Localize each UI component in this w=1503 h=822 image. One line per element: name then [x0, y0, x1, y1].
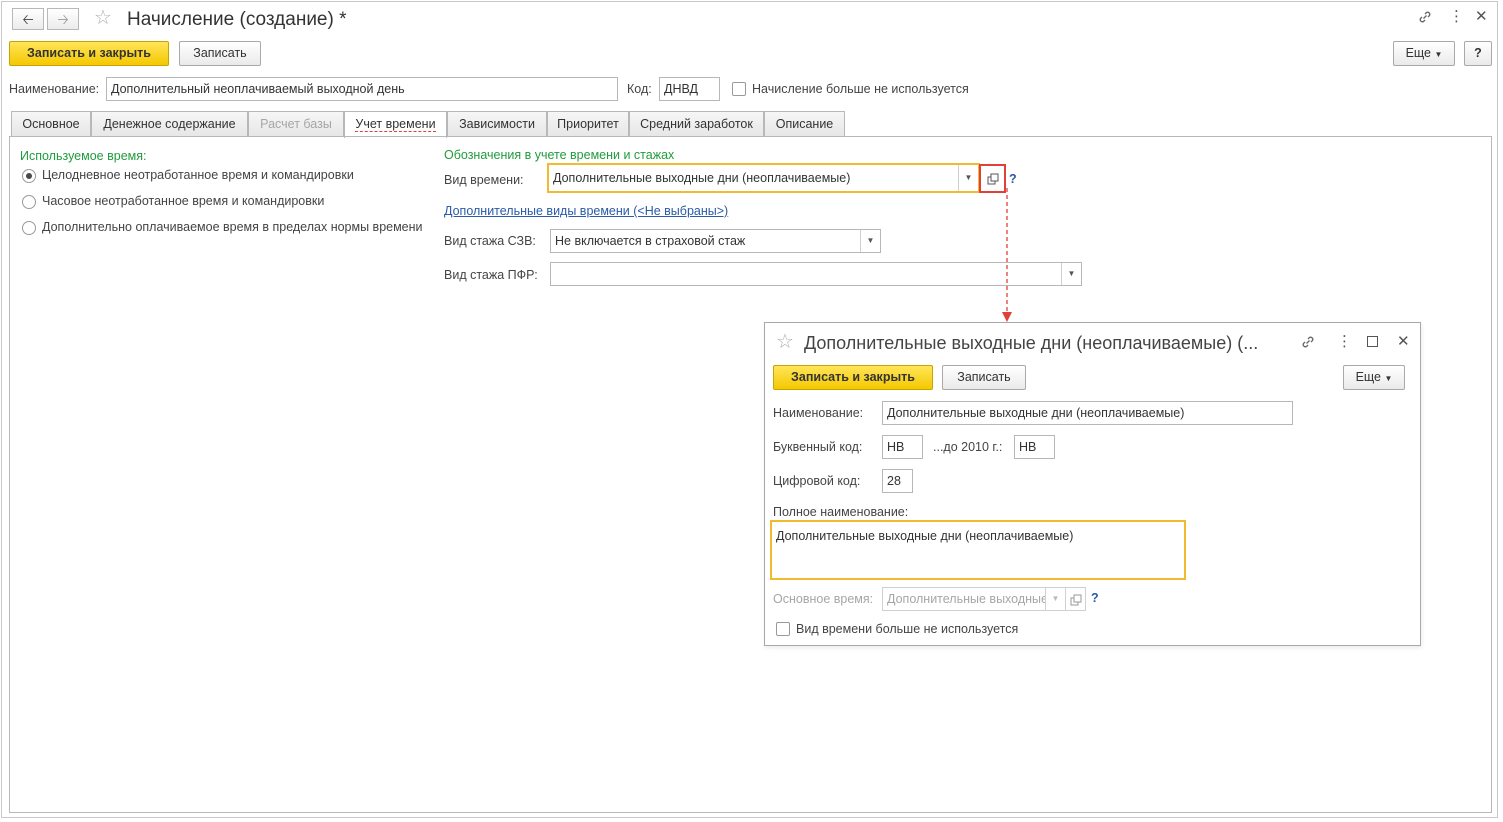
subwindow-maximize-icon[interactable]: [1367, 336, 1378, 347]
arrow-left-icon: 🡠: [22, 11, 34, 27]
window-title: Начисление (создание) *: [127, 9, 347, 30]
tab-dependencies[interactable]: Зависимости: [447, 111, 547, 137]
time-type-subwindow: ☆ Дополнительные выходные дни (неоплачив…: [764, 322, 1421, 646]
tab-description[interactable]: Описание: [764, 111, 845, 137]
link-icon[interactable]: [1417, 9, 1433, 28]
open-window-icon: [1070, 594, 1082, 606]
subwindow-close-icon[interactable]: ✕: [1397, 332, 1410, 350]
save-button[interactable]: Записать: [179, 41, 261, 66]
szv-field[interactable]: Не включается в страховой стаж ▼: [550, 229, 881, 253]
more-vert-icon[interactable]: ⋮: [1449, 7, 1464, 25]
subwindow-name-field[interactable]: Дополнительные выходные дни (неоплачивае…: [882, 401, 1293, 425]
subwindow-title: Дополнительные выходные дни (неоплачивае…: [804, 333, 1259, 353]
radio-additional-paid-label: Дополнительно оплачиваемое время в преде…: [42, 220, 423, 234]
tab-average-earnings[interactable]: Средний заработок: [629, 111, 764, 137]
time-type-dropdown-button[interactable]: ▼: [958, 165, 978, 191]
subwindow-link-icon[interactable]: [1300, 334, 1316, 353]
tab-priority[interactable]: Приоритет: [547, 111, 629, 137]
callout-arrow: [1002, 188, 1012, 322]
main-time-help-icon[interactable]: ?: [1091, 591, 1099, 605]
time-type-unused-checkbox[interactable]: [776, 622, 790, 636]
favorite-star-icon[interactable]: ☆: [94, 8, 112, 28]
help-button[interactable]: ?: [1464, 41, 1492, 66]
name-label: Наименование:: [9, 82, 100, 96]
subwindow-more-button[interactable]: Еще ▼: [1343, 365, 1405, 390]
digit-code-label: Цифровой код:: [773, 474, 861, 488]
pfr-dropdown-button[interactable]: ▼: [1061, 263, 1081, 285]
full-name-textarea[interactable]: Дополнительные выходные дни (неоплачивае…: [770, 520, 1186, 580]
before2010-field[interactable]: НВ: [1014, 435, 1055, 459]
designations-group-title: Обозначения в учете времени и стажах: [444, 148, 675, 162]
szv-dropdown-button[interactable]: ▼: [860, 230, 880, 252]
radio-hourly[interactable]: [22, 195, 36, 209]
back-button[interactable]: 🡠: [12, 8, 44, 30]
main-time-label: Основное время:: [773, 592, 874, 606]
digit-code-field[interactable]: 28: [882, 469, 913, 493]
additional-time-types-link[interactable]: Дополнительные виды времени (<Не выбраны…: [444, 204, 728, 218]
chevron-down-icon: ▼: [1434, 50, 1443, 59]
unused-checkbox-label: Начисление больше не используется: [752, 82, 969, 96]
before2010-label: ...до 2010 г.:: [933, 440, 1003, 454]
save-close-button[interactable]: Записать и закрыть: [9, 41, 169, 66]
subwindow-save-button[interactable]: Записать: [942, 365, 1026, 390]
tab-time-accounting[interactable]: Учет времени: [344, 111, 447, 138]
used-time-group-title: Используемое время:: [20, 149, 147, 163]
pfr-label: Вид стажа ПФР:: [444, 268, 538, 282]
chevron-down-icon: ▼: [866, 236, 875, 245]
szv-label: Вид стажа СЗВ:: [444, 234, 536, 248]
subwindow-favorite-star-icon[interactable]: ☆: [776, 332, 794, 352]
radio-hourly-label: Часовое неотработанное время и командиро…: [42, 194, 325, 208]
more-button[interactable]: Еще ▼: [1393, 41, 1455, 66]
radio-full-day[interactable]: [22, 169, 36, 183]
chevron-down-icon: ▼: [1067, 269, 1076, 278]
time-type-label: Вид времени:: [444, 173, 524, 187]
tab-base-calc[interactable]: Расчет базы: [248, 111, 344, 137]
main-time-open-button: [1065, 587, 1086, 611]
letter-code-field[interactable]: НВ: [882, 435, 923, 459]
unused-checkbox[interactable]: [732, 82, 746, 96]
chevron-down-icon: ▼: [964, 173, 973, 182]
name-field[interactable]: Дополнительный неоплачиваемый выходной д…: [106, 77, 618, 101]
letter-code-label: Буквенный код:: [773, 440, 863, 454]
close-icon[interactable]: ✕: [1475, 7, 1488, 25]
subwindow-save-close-button[interactable]: Записать и закрыть: [773, 365, 933, 390]
chevron-down-icon: ▼: [1384, 374, 1393, 383]
main-time-dropdown-button: ▼: [1045, 588, 1065, 610]
time-type-help-icon[interactable]: ?: [1009, 172, 1017, 186]
code-field[interactable]: ДНВД: [659, 77, 720, 101]
subwindow-name-label: Наименование:: [773, 406, 864, 420]
forward-button[interactable]: 🡢: [47, 8, 79, 30]
full-name-label: Полное наименование:: [773, 505, 909, 519]
code-label: Код:: [627, 82, 652, 96]
subwindow-more-vert-icon[interactable]: ⋮: [1337, 332, 1352, 350]
arrow-right-icon: 🡢: [57, 11, 69, 27]
radio-full-day-label: Целодневное неотработанное время и коман…: [42, 168, 354, 182]
time-type-field[interactable]: Дополнительные выходные дни (неоплачивае…: [547, 163, 980, 193]
open-window-icon: [987, 173, 999, 185]
main-time-field: Дополнительные выходные ▼: [882, 587, 1066, 611]
chevron-down-icon: ▼: [1051, 594, 1060, 603]
tab-main[interactable]: Основное: [11, 111, 91, 137]
time-type-unused-label: Вид времени больше не используется: [796, 622, 1019, 636]
tab-salary[interactable]: Денежное содержание: [91, 111, 248, 137]
radio-additional-paid[interactable]: [22, 221, 36, 235]
